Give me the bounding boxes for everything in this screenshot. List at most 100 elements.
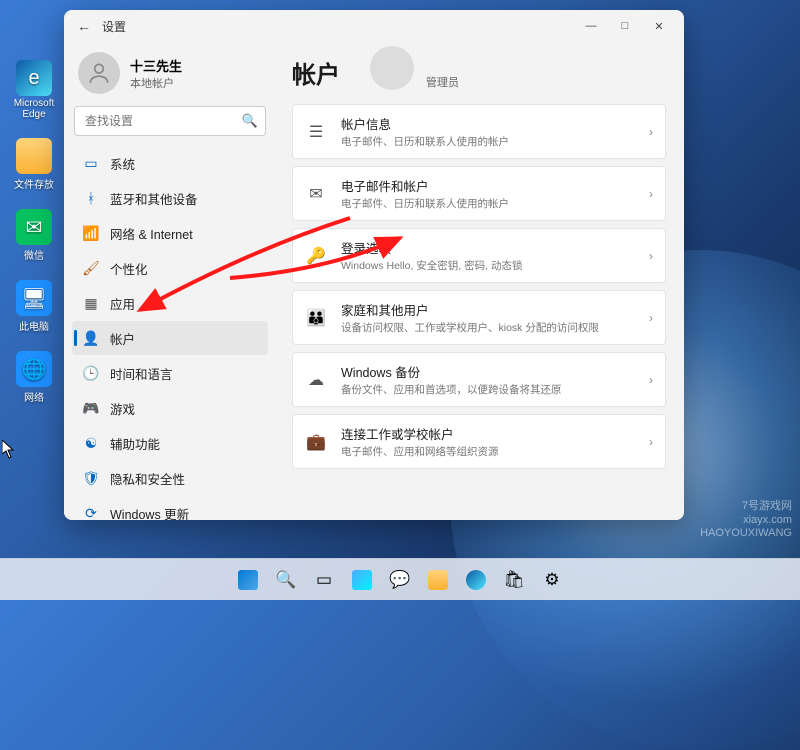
globe-icon: 🌐 bbox=[16, 351, 52, 387]
nav-item-accessibility[interactable]: ☯ 辅助功能 bbox=[72, 426, 268, 460]
taskbar-start[interactable] bbox=[231, 563, 265, 597]
taskbar-edge[interactable] bbox=[459, 563, 493, 597]
taskbar-taskview[interactable]: ▭ bbox=[307, 563, 341, 597]
search-icon: 🔍 bbox=[242, 113, 258, 129]
card-title: 电子邮件和帐户 bbox=[341, 176, 635, 195]
desktop-icon-label: Microsoft Edge bbox=[6, 98, 62, 120]
card-subtitle: 电子邮件、日历和联系人使用的帐户 bbox=[341, 134, 635, 149]
nav: ▭ 系统 ᚼ 蓝牙和其他设备 📶 网络 & Internet 🖌 个性化 ▦ bbox=[72, 146, 268, 520]
search-input[interactable] bbox=[74, 106, 266, 136]
shield-icon: 🛡 bbox=[82, 469, 100, 487]
nav-item-accounts[interactable]: 👤 帐户 bbox=[72, 321, 268, 355]
cloud-icon: ☁ bbox=[305, 369, 327, 391]
content-pane: 帐户 管理员 ☰ 帐户信息 电子邮件、日历和联系人使用的帐户 › ✉ 电子邮件和… bbox=[276, 42, 684, 520]
store-icon: 🛍 bbox=[503, 570, 525, 590]
card-backup[interactable]: ☁ Windows 备份 备份文件、应用和首选项，以便跨设备将其还原 › bbox=[292, 352, 666, 407]
maximize-button[interactable]: □ bbox=[608, 12, 642, 40]
window-title: 设置 bbox=[102, 18, 574, 35]
people-icon: 👪 bbox=[305, 307, 327, 329]
page-subtitle: 管理员 bbox=[426, 74, 459, 90]
wechat-icon: ✉ bbox=[16, 209, 52, 245]
edge-icon bbox=[466, 570, 486, 590]
paint-icon: 🖌 bbox=[82, 259, 100, 277]
card-title: 家庭和其他用户 bbox=[341, 300, 635, 319]
back-button[interactable]: ← bbox=[72, 18, 96, 34]
nav-item-bluetooth[interactable]: ᚼ 蓝牙和其他设备 bbox=[72, 181, 268, 215]
nav-item-time[interactable]: 🕒 时间和语言 bbox=[72, 356, 268, 390]
nav-item-privacy[interactable]: 🛡 隐私和安全性 bbox=[72, 461, 268, 495]
monitor-icon: 🖥 bbox=[16, 280, 52, 316]
card-title: 连接工作或学校帐户 bbox=[341, 424, 635, 443]
chevron-right-icon: › bbox=[649, 435, 653, 449]
avatar-icon bbox=[78, 52, 120, 94]
desktop-icons: e Microsoft Edge 文件存放 ✉ 微信 🖥 此电脑 🌐 网络 bbox=[6, 60, 62, 404]
nav-label: 网络 & Internet bbox=[110, 224, 193, 243]
wifi-icon: 📶 bbox=[82, 224, 100, 242]
person-icon: 👤 bbox=[82, 329, 100, 347]
page-head: 帐户 管理员 bbox=[292, 48, 666, 90]
card-title: 帐户信息 bbox=[341, 114, 635, 133]
folder-icon bbox=[16, 138, 52, 174]
card-email-accounts[interactable]: ✉ 电子邮件和帐户 电子邮件、日历和联系人使用的帐户 › bbox=[292, 166, 666, 221]
key-icon: 🔑 bbox=[305, 245, 327, 267]
desktop-icon-wechat[interactable]: ✉ 微信 bbox=[6, 209, 62, 262]
nav-item-apps[interactable]: ▦ 应用 bbox=[72, 286, 268, 320]
chevron-right-icon: › bbox=[649, 249, 653, 263]
taskview-icon: ▭ bbox=[316, 570, 332, 590]
widgets-icon bbox=[352, 570, 372, 590]
nav-item-gaming[interactable]: 🎮 游戏 bbox=[72, 391, 268, 425]
taskbar-search[interactable]: 🔍 bbox=[269, 563, 303, 597]
chevron-right-icon: › bbox=[649, 311, 653, 325]
nav-label: 个性化 bbox=[110, 259, 148, 278]
nav-label: Windows 更新 bbox=[110, 504, 189, 521]
nav-label: 时间和语言 bbox=[110, 364, 173, 383]
update-icon: ⟳ bbox=[82, 504, 100, 520]
page-title: 帐户 bbox=[292, 55, 340, 90]
card-account-info[interactable]: ☰ 帐户信息 电子邮件、日历和联系人使用的帐户 › bbox=[292, 104, 666, 159]
card-subtitle: 设备访问权限、工作或学校用户、kiosk 分配的访问权限 bbox=[341, 320, 635, 335]
desktop-icon-label: 此电脑 bbox=[19, 318, 49, 333]
chevron-right-icon: › bbox=[649, 125, 653, 139]
nav-item-update[interactable]: ⟳ Windows 更新 bbox=[72, 496, 268, 520]
chat-icon: 💬 bbox=[389, 570, 410, 590]
user-block[interactable]: 十三先生 本地帐户 bbox=[72, 48, 268, 104]
taskbar-explorer[interactable] bbox=[421, 563, 455, 597]
card-title: Windows 备份 bbox=[341, 362, 635, 381]
taskbar-widgets[interactable] bbox=[345, 563, 379, 597]
card-subtitle: Windows Hello, 安全密钥, 密码, 动态锁 bbox=[341, 258, 635, 273]
card-signin-options[interactable]: 🔑 登录选项 Windows Hello, 安全密钥, 密码, 动态锁 › bbox=[292, 228, 666, 283]
close-button[interactable]: ✕ bbox=[642, 12, 676, 40]
card-subtitle: 电子邮件、应用和网络等组织资源 bbox=[341, 444, 635, 459]
user-name: 十三先生 bbox=[130, 56, 182, 75]
desktop-icon-thispc[interactable]: 🖥 此电脑 bbox=[6, 280, 62, 333]
taskbar-chat[interactable]: 💬 bbox=[383, 563, 417, 597]
edge-icon: e bbox=[16, 60, 52, 96]
search-icon: 🔍 bbox=[275, 570, 296, 590]
cards-list: ☰ 帐户信息 电子邮件、日历和联系人使用的帐户 › ✉ 电子邮件和帐户 电子邮件… bbox=[292, 104, 666, 469]
watermark: 7号游戏网 xiayx.com HAOYOUXIWANG bbox=[700, 500, 792, 540]
card-subtitle: 电子邮件、日历和联系人使用的帐户 bbox=[341, 196, 635, 211]
nav-label: 帐户 bbox=[110, 329, 135, 348]
taskbar-settings[interactable]: ⚙ bbox=[535, 563, 569, 597]
nav-item-personalization[interactable]: 🖌 个性化 bbox=[72, 251, 268, 285]
nav-label: 隐私和安全性 bbox=[110, 469, 185, 488]
nav-item-network[interactable]: 📶 网络 & Internet bbox=[72, 216, 268, 250]
taskbar-store[interactable]: 🛍 bbox=[497, 563, 531, 597]
card-work-school[interactable]: 💼 连接工作或学校帐户 电子邮件、应用和网络等组织资源 › bbox=[292, 414, 666, 469]
nav-label: 游戏 bbox=[110, 399, 135, 418]
nav-label: 系统 bbox=[110, 154, 135, 173]
desktop-icon-folder[interactable]: 文件存放 bbox=[6, 138, 62, 191]
desktop-icon-network[interactable]: 🌐 网络 bbox=[6, 351, 62, 404]
cursor-icon bbox=[2, 440, 16, 460]
nav-label: 应用 bbox=[110, 294, 135, 313]
titlebar: ← 设置 — □ ✕ bbox=[64, 10, 684, 42]
card-family-users[interactable]: 👪 家庭和其他用户 设备访问权限、工作或学校用户、kiosk 分配的访问权限 › bbox=[292, 290, 666, 345]
user-type: 本地帐户 bbox=[130, 75, 182, 91]
desktop-icon-edge[interactable]: e Microsoft Edge bbox=[6, 60, 62, 120]
minimize-button[interactable]: — bbox=[574, 12, 608, 40]
mail-icon: ✉ bbox=[305, 183, 327, 205]
grid-icon: ▦ bbox=[82, 294, 100, 312]
settings-window: ← 设置 — □ ✕ 十三先生 本地帐户 🔍 ▭ bbox=[64, 10, 684, 520]
id-card-icon: ☰ bbox=[305, 121, 327, 143]
nav-item-system[interactable]: ▭ 系统 bbox=[72, 146, 268, 180]
